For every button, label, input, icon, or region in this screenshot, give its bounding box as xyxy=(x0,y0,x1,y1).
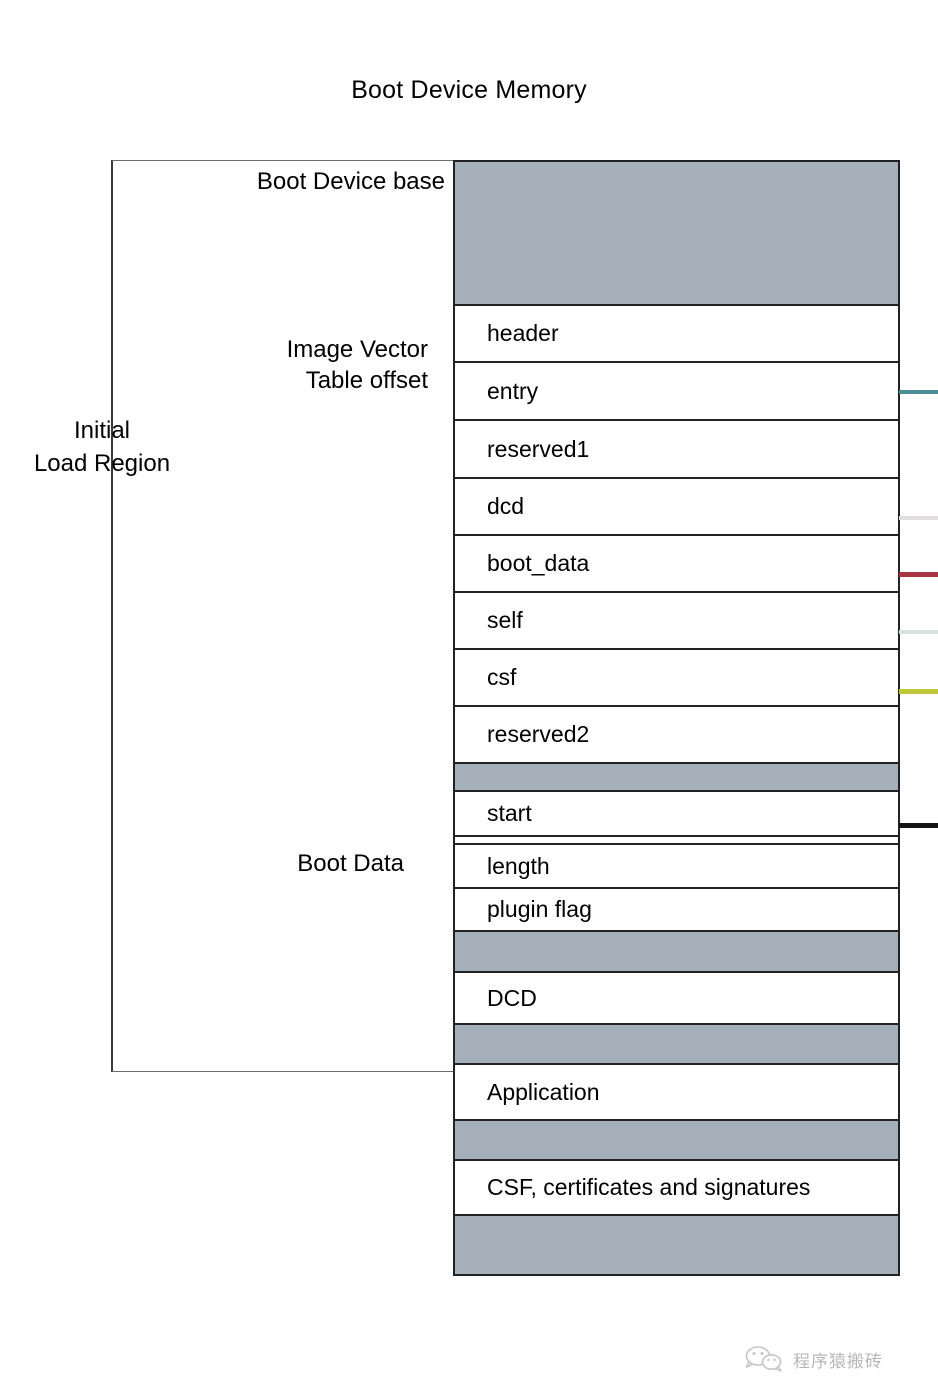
memory-row-plugin-flag: plugin flag xyxy=(453,887,900,932)
memory-row-label: Application xyxy=(487,1078,600,1105)
memory-row-application: Application xyxy=(453,1063,900,1121)
page-title: Boot Device Memory xyxy=(351,76,587,104)
memory-row-blank xyxy=(453,1023,900,1065)
memory-row-reserved2: reserved2 xyxy=(453,705,900,764)
memory-row-header: header xyxy=(453,304,900,363)
memory-row-self: self xyxy=(453,591,900,650)
boot-device-memory-map: header entry reserved1 dcd boot_dataself csf r… xyxy=(453,160,900,1276)
memory-row-length: length xyxy=(453,843,900,889)
connector-line-dcd xyxy=(899,516,938,520)
memory-row-dcd: dcd xyxy=(453,477,900,536)
watermark: 程序猿搬砖 xyxy=(744,1345,883,1373)
memory-row-blank xyxy=(453,160,900,306)
memory-row-boot-data: boot_data xyxy=(453,534,900,593)
label-boot-data: Boot Data xyxy=(297,850,404,877)
memory-row-reserved1: reserved1 xyxy=(453,419,900,479)
memory-row-label: plugin flag xyxy=(487,896,592,922)
memory-row-label: self xyxy=(487,607,523,633)
label-image-vector-table-offset: Image Vector Table offset xyxy=(286,336,428,394)
memory-row-start: start xyxy=(453,790,900,837)
memory-row-label: DCD xyxy=(487,984,537,1011)
memory-row-label: reserved1 xyxy=(487,435,590,462)
memory-row-label: CSF, certificates and signatures xyxy=(487,1174,811,1200)
memory-row-label: boot_data xyxy=(487,550,590,576)
memory-row-entry: entry xyxy=(453,361,900,421)
memory-row-label: header xyxy=(487,320,559,346)
memory-row-label: length xyxy=(487,852,550,879)
initial-load-region-bracket xyxy=(111,160,453,1072)
connector-line-boot_data xyxy=(899,572,938,577)
memory-row-dcd: DCD xyxy=(453,971,900,1025)
memory-row-blank xyxy=(453,762,900,792)
memory-row-label: entry xyxy=(487,377,539,404)
memory-row-blank xyxy=(453,930,900,973)
memory-row-csf-certificates-and-signatures: CSF, certificates and signatures xyxy=(453,1159,900,1216)
memory-row-blank xyxy=(453,1119,900,1161)
connector-line-entry xyxy=(899,390,938,394)
memory-row-csf: csf xyxy=(453,648,900,707)
memory-row-label: start xyxy=(487,800,532,826)
label-boot-device-base: Boot Device base xyxy=(256,168,445,195)
connector-line-self xyxy=(899,630,938,634)
memory-row-label: reserved2 xyxy=(487,721,590,747)
memory-row-label: dcd xyxy=(487,493,525,519)
label-initial-load-region: Initial Load Region xyxy=(33,417,171,477)
watermark-text: 程序猿搬砖 xyxy=(793,1351,883,1371)
connector-line-start xyxy=(899,823,938,828)
memory-row-blank xyxy=(453,1214,900,1276)
memory-row-label: csf xyxy=(487,664,517,690)
wechat-logo-icon xyxy=(745,1346,782,1372)
connector-line-csf xyxy=(899,689,938,694)
